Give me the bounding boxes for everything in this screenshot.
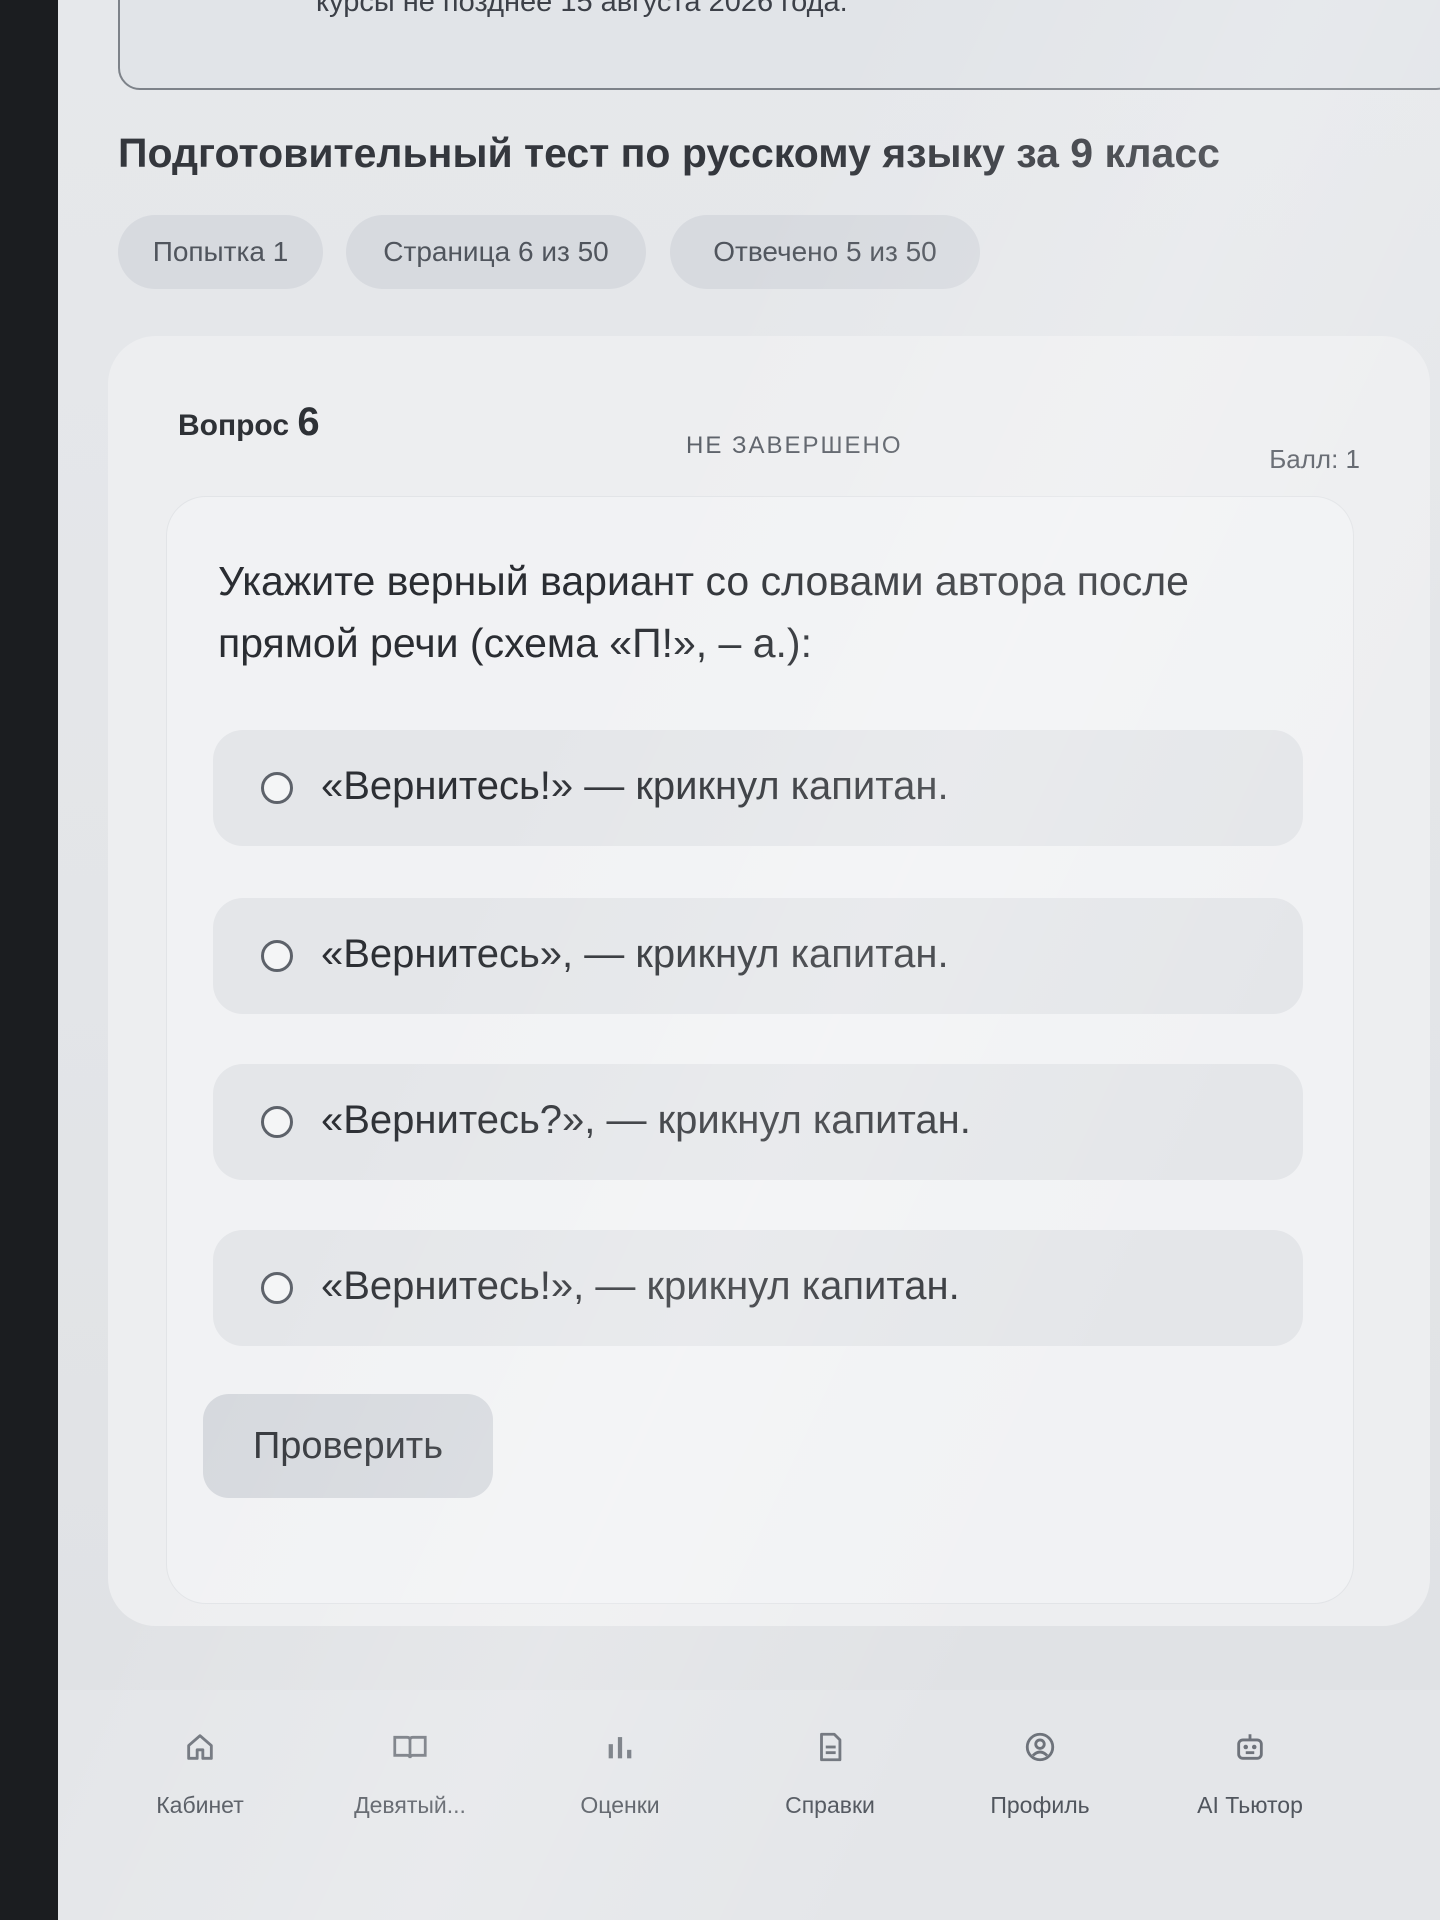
answer-option-label: «Вернитесь», — крикнул капитан. bbox=[321, 932, 949, 976]
question-status: НЕ ЗАВЕРШЕНО bbox=[686, 432, 903, 459]
nav-label: Девятый... bbox=[354, 1792, 466, 1818]
nav-item-course[interactable]: Девятый... bbox=[310, 1730, 510, 1880]
nav-label: Оценки bbox=[580, 1792, 660, 1818]
bar-chart-icon bbox=[600, 1730, 640, 1770]
nav-label: Профиль bbox=[990, 1792, 1090, 1818]
book-icon bbox=[390, 1730, 430, 1770]
nav-item-grades[interactable]: Оценки bbox=[520, 1730, 720, 1880]
app-screen: курсы не позднее 15 августа 2026 года. П… bbox=[58, 0, 1440, 1920]
answer-option-label: «Вернитесь?», — крикнул капитан. bbox=[321, 1098, 971, 1142]
radio-button-icon[interactable] bbox=[261, 1106, 293, 1138]
attempt-chip: Попытка 1 bbox=[118, 215, 323, 289]
page-chip: Страница 6 из 50 bbox=[346, 215, 646, 289]
test-title: Подготовительный тест по русскому языку … bbox=[118, 130, 1220, 176]
question-label-text: Вопрос bbox=[178, 409, 290, 442]
nav-item-profile[interactable]: Профиль bbox=[940, 1730, 1140, 1880]
answer-option-4[interactable]: «Вернитесь!», — крикнул капитан. bbox=[213, 1230, 1303, 1346]
bottom-navigation: Кабинет Девятый... Оценки Справки Профил… bbox=[58, 1690, 1440, 1920]
check-button[interactable]: Проверить bbox=[203, 1394, 493, 1498]
home-icon bbox=[180, 1730, 220, 1770]
question-text: Укажите верный вариант со словами автора… bbox=[218, 558, 1189, 666]
radio-button-icon[interactable] bbox=[261, 772, 293, 804]
answer-option-2[interactable]: «Вернитесь», — крикнул капитан. bbox=[213, 898, 1303, 1014]
profile-icon bbox=[1020, 1730, 1060, 1770]
radio-button-icon[interactable] bbox=[261, 1272, 293, 1304]
answer-option-3[interactable]: «Вернитесь?», — крикнул капитан. bbox=[213, 1064, 1303, 1180]
answer-option-label: «Вернитесь!», — крикнул капитан. bbox=[321, 1264, 960, 1308]
deadline-notice-text: курсы не позднее 15 августа 2026 года. bbox=[316, 0, 848, 18]
deadline-notice: курсы не позднее 15 августа 2026 года. bbox=[118, 0, 1440, 90]
nav-label: Кабинет bbox=[156, 1792, 244, 1818]
answer-option-label: «Вернитесь!» — крикнул капитан. bbox=[321, 764, 949, 808]
question-number: 6 bbox=[297, 400, 320, 444]
answered-chip: Отвечено 5 из 50 bbox=[670, 215, 980, 289]
nav-label: Справки bbox=[785, 1792, 875, 1818]
radio-button-icon[interactable] bbox=[261, 940, 293, 972]
robot-icon bbox=[1230, 1730, 1270, 1770]
nav-label: AI Тьютор bbox=[1197, 1792, 1303, 1818]
document-icon bbox=[810, 1730, 850, 1770]
nav-item-ai-tutor[interactable]: AI Тьютор bbox=[1150, 1730, 1350, 1880]
question-label: Вопрос 6 bbox=[178, 400, 320, 445]
answer-option-1[interactable]: «Вернитесь!» — крикнул капитан. bbox=[213, 730, 1303, 846]
nav-item-cabinet[interactable]: Кабинет bbox=[100, 1730, 300, 1880]
question-score: Балл: 1 bbox=[1269, 444, 1360, 474]
nav-item-certificates[interactable]: Справки bbox=[730, 1730, 930, 1880]
